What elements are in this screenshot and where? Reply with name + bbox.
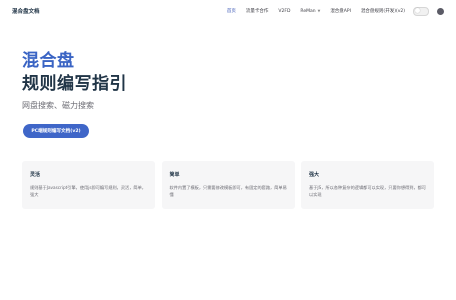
feature-card-flexible: 灵活 规则基于Javascript引擎，使用js即可编写规则，灵活，简单，强大 xyxy=(22,161,155,209)
nav-item-reman[interactable]: ReMan ▼ xyxy=(300,9,320,14)
feature-details: 规则基于Javascript引擎，使用js即可编写规则，灵活，简单，强大 xyxy=(30,185,146,197)
feature-details: 软件内置了模板，只需要修改模板即可，有固定的套路，简单易懂 xyxy=(169,185,287,197)
chevron-down-icon: ▼ xyxy=(317,9,321,13)
nav-item-rules-v2[interactable]: 混合盘规则(开发)(v2) xyxy=(361,8,405,14)
top-nav: 混合盘文档 首页 流量卡合作 V2FD ReMan ▼ 混合盘API 混合盘规则(… xyxy=(0,0,456,22)
feature-title: 灵活 xyxy=(30,172,41,178)
features: 灵活 规则基于Javascript引擎，使用js即可编写规则，灵活，简单，强大 … xyxy=(22,161,434,209)
github-icon[interactable] xyxy=(437,7,444,15)
nav-menu: 首页 流量卡合作 V2FD ReMan ▼ 混合盘API 混合盘规则(开发)(v2… xyxy=(217,0,444,22)
theme-toggle[interactable] xyxy=(413,6,429,16)
nav-item-api[interactable]: 混合盘API xyxy=(330,8,351,14)
nav-item-v2fd-label: V2FD xyxy=(278,8,291,14)
hero-title: 规则编写指引 xyxy=(22,74,127,94)
feature-title: 强大 xyxy=(309,172,320,178)
feature-details: 基于JS，所以各种复杂的逻辑都可以实现，只要你想得到，都可以实现 xyxy=(309,185,426,197)
nav-item-rules-v2-label: 混合盘规则(开发)(v2) xyxy=(360,9,405,14)
nav-item-traffic-card[interactable]: 流量卡合作 xyxy=(246,8,269,14)
feature-card-simple: 简单 软件内置了模板，只需要修改模板即可，有固定的套路，简单易懂 xyxy=(161,161,295,209)
sun-icon xyxy=(415,8,420,14)
hero-tagline: 网盘搜索、磁力搜索 xyxy=(22,101,94,110)
nav-item-home[interactable]: 首页 xyxy=(227,8,236,14)
nav-item-api-label: 混合盘API xyxy=(330,9,351,14)
feature-card-powerful: 强大 基于JS，所以各种复杂的逻辑都可以实现，只要你想得到，都可以实现 xyxy=(301,161,434,209)
nav-item-home-label: 首页 xyxy=(226,9,236,14)
nav-item-v2fd[interactable]: V2FD xyxy=(278,9,290,14)
hero-name: 混合盘 xyxy=(22,51,75,71)
site-brand[interactable]: 混合盘文档 xyxy=(12,7,40,15)
nav-item-reman-label: ReMan xyxy=(300,8,316,14)
nav-item-traffic-card-label: 流量卡合作 xyxy=(245,9,269,14)
feature-title: 简单 xyxy=(169,172,180,178)
page: 混合盘文档 首页 流量卡合作 V2FD ReMan ▼ 混合盘API 混合盘规则(… xyxy=(0,0,456,300)
pc-rules-doc-button[interactable]: PC端规则编写文档(v2) xyxy=(23,124,89,138)
